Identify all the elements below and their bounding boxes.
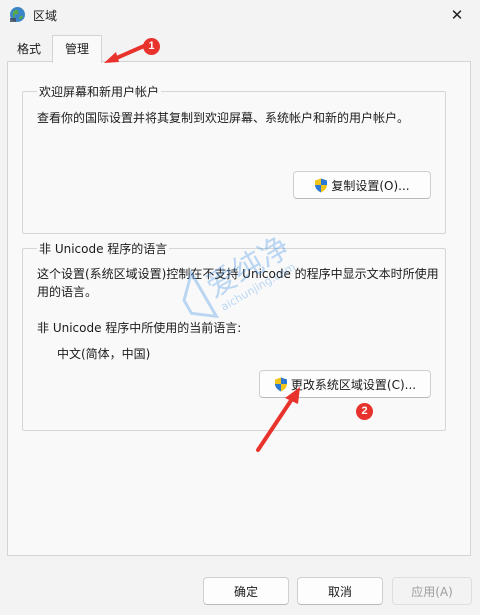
annotation-badge-1: 1: [143, 38, 160, 55]
window-title: 区域: [33, 9, 58, 23]
unicode-description-line2: 用的语言。: [37, 285, 98, 299]
annotation-arrow-2: [256, 387, 300, 452]
annotation-badge-2: 2: [356, 403, 373, 420]
tab-format[interactable]: 格式: [7, 38, 51, 60]
globe-icon: [10, 7, 25, 22]
copy-settings-button[interactable]: 复制设置(O)...: [293, 171, 431, 199]
welcome-screen-group: 欢迎屏幕和新用户帐户 查看你的国际设置并将其复制到欢迎屏幕、系统帐户和新的用户帐…: [22, 83, 446, 234]
unicode-group-title: 非 Unicode 程序的语言: [37, 240, 170, 257]
change-system-locale-label: 更改系统区域设置(C)...: [290, 377, 417, 392]
title-bar: 区域 ✕: [0, 0, 480, 30]
tab-manage[interactable]: 管理: [52, 35, 102, 63]
apply-button[interactable]: 应用(A): [392, 577, 472, 605]
close-icon: ✕: [450, 6, 464, 24]
welcome-description: 查看你的国际设置并将其复制到欢迎屏幕、系统帐户和新的用户帐户。: [37, 111, 410, 125]
welcome-group-title: 欢迎屏幕和新用户帐户: [37, 83, 162, 100]
uac-shield-icon: [315, 178, 328, 192]
copy-settings-label: 复制设置(O)...: [331, 178, 410, 193]
cancel-button[interactable]: 取消: [297, 577, 383, 605]
current-language-value: 中文(简体，中国): [57, 347, 151, 361]
ok-button[interactable]: 确定: [203, 577, 289, 605]
watermark-logo: 爱纯净 aichunjing.com: [182, 230, 298, 319]
close-button[interactable]: ✕: [434, 0, 480, 30]
